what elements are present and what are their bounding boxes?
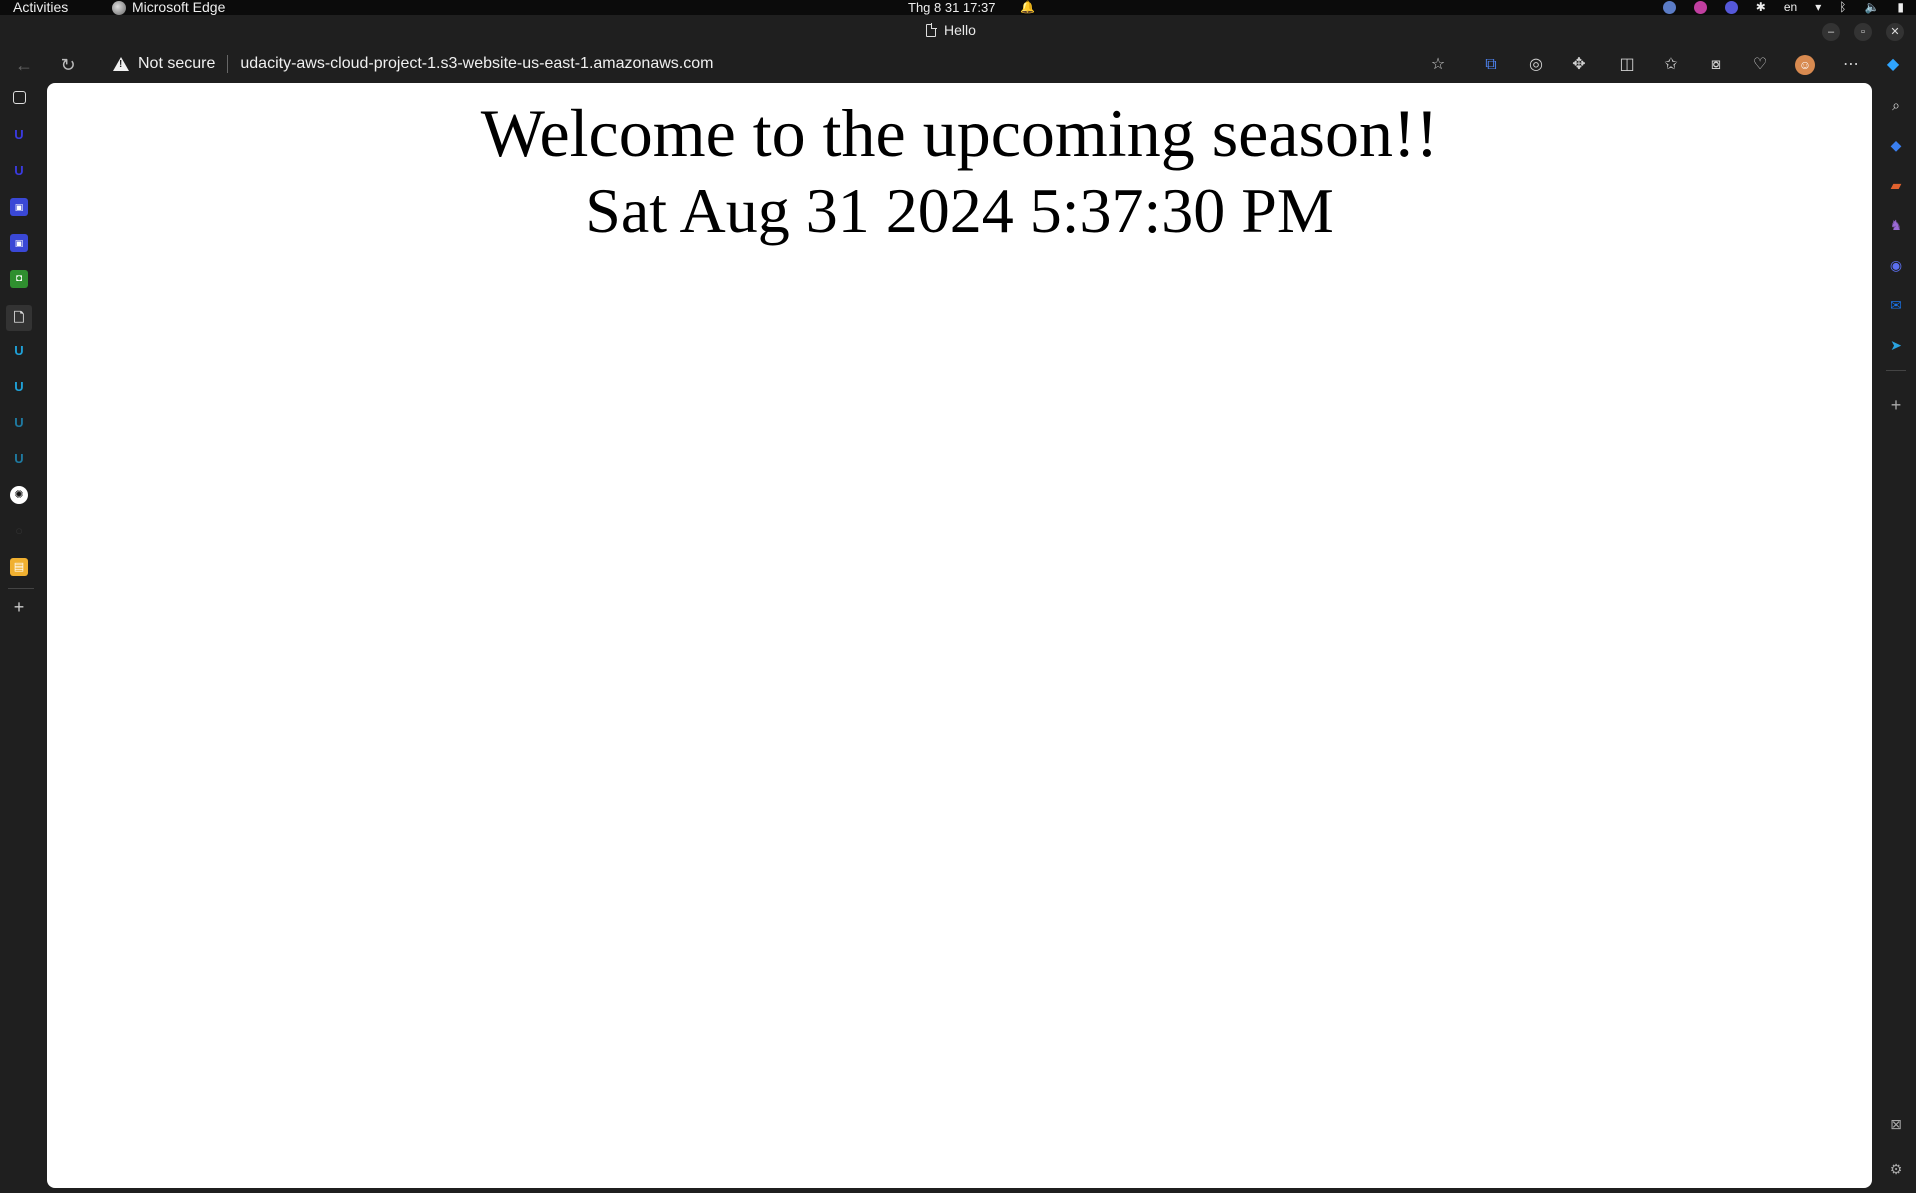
browser-essentials-icon[interactable]: ♡	[1750, 55, 1770, 75]
date-time-display: Sat Aug 31 2024 5:37:30 PM	[585, 175, 1334, 246]
tools-icon[interactable]: ▰	[1887, 176, 1905, 194]
vertical-tabs: U U ▣ ▣ ◘ 🗋 U U U U ✺ ○ ▤ +	[0, 83, 46, 1193]
wifi-icon[interactable]: ▾	[1815, 0, 1821, 15]
warning-icon	[113, 57, 129, 71]
security-indicator[interactable]: Not secure	[138, 55, 215, 73]
maximize-button[interactable]: ▫	[1854, 23, 1872, 41]
window-title-bar: Hello – ▫ ✕	[0, 15, 1916, 47]
divider	[227, 55, 229, 73]
tab-app-2[interactable]: ▣	[10, 234, 28, 252]
divider	[1886, 370, 1906, 371]
back-button[interactable]: ←	[12, 53, 36, 77]
translate-icon[interactable]: ⧉	[1481, 55, 1501, 75]
system-tray[interactable]: ✱ en ▾ ᛒ 🔈 ▮	[1662, 0, 1904, 15]
refresh-button[interactable]: ↻	[56, 53, 80, 77]
tray-app-icon[interactable]	[1693, 1, 1707, 14]
tracking-icon[interactable]: ◎	[1526, 55, 1546, 75]
collections-icon[interactable]: ⧇	[1706, 55, 1726, 75]
tray-app-icon[interactable]	[1662, 1, 1676, 14]
tab-udacity-4[interactable]: U	[10, 378, 28, 396]
tab-title: Hello	[944, 22, 976, 38]
battery-icon[interactable]: ▮	[1897, 0, 1904, 15]
microsoft365-icon[interactable]: ◉	[1887, 256, 1905, 274]
system-top-bar: Activities Microsoft Edge Thg 8 31 17:37…	[0, 0, 1916, 15]
hide-sidebar-icon[interactable]: ⊠	[1887, 1115, 1905, 1133]
tab-udacity-3[interactable]: U	[10, 342, 28, 360]
edge-icon	[112, 0, 126, 15]
tab-actions-icon[interactable]	[13, 91, 26, 104]
close-button[interactable]: ✕	[1886, 23, 1904, 41]
navigation-bar: ← ↻ Not secure udacity-aws-cloud-project…	[0, 47, 1916, 83]
clock[interactable]: Thg 8 31 17:37	[908, 0, 995, 15]
right-sidebar: ⌕ ◆ ▰ ♞ ◉ ✉ ➤ + ⊠ ⚙	[1876, 83, 1916, 1193]
tab-app-1[interactable]: ▣	[10, 198, 28, 216]
extensions-icon[interactable]: ✥	[1569, 55, 1589, 75]
tab-blank[interactable]: ○	[10, 522, 28, 540]
tab-udacity-2[interactable]: U	[10, 162, 28, 180]
telegram-icon[interactable]: ➤	[1887, 336, 1905, 354]
tab-openai[interactable]: ✺	[10, 486, 28, 504]
address-bar[interactable]: Not secure udacity-aws-cloud-project-1.s…	[100, 49, 1460, 79]
tab-udacity-5[interactable]: U	[10, 414, 28, 432]
bell-icon: 🔔	[1020, 0, 1035, 14]
page-heading: Welcome to the upcoming season!!	[480, 95, 1439, 171]
more-menu-icon[interactable]: ⋯	[1841, 55, 1861, 75]
favorites-icon[interactable]: ✩	[1661, 55, 1681, 75]
minimize-button[interactable]: –	[1822, 23, 1840, 41]
games-icon[interactable]: ♞	[1887, 216, 1905, 234]
shopping-icon[interactable]: ◆	[1887, 136, 1905, 154]
tab-aws[interactable]: ▤	[10, 558, 28, 576]
page-content: Welcome to the upcoming season!! Sat Aug…	[47, 83, 1872, 1188]
document-icon	[926, 22, 937, 37]
activities-button[interactable]: Activities	[13, 0, 68, 15]
add-tab-icon[interactable]: +	[10, 598, 28, 616]
tab-green-app[interactable]: ◘	[10, 270, 28, 288]
search-icon[interactable]: ⌕	[1887, 96, 1905, 114]
profile-avatar[interactable]: ☺	[1795, 55, 1815, 75]
divider	[8, 588, 34, 589]
volume-icon[interactable]: 🔈	[1864, 0, 1879, 15]
tab-udacity-1[interactable]: U	[10, 126, 28, 144]
outlook-icon[interactable]: ✉	[1887, 296, 1905, 314]
split-screen-icon[interactable]: ◫	[1617, 55, 1637, 75]
tab-udacity-6[interactable]: U	[10, 450, 28, 468]
settings-gear-icon[interactable]: ⚙	[1887, 1160, 1905, 1178]
bluetooth-icon[interactable]: ᛒ	[1839, 0, 1846, 15]
url-text[interactable]: udacity-aws-cloud-project-1.s3-website-u…	[240, 55, 713, 73]
app-name: Microsoft Edge	[132, 0, 226, 15]
copilot-icon[interactable]: ◆	[1883, 55, 1903, 75]
app-menu[interactable]: Microsoft Edge	[112, 0, 225, 15]
favorite-star-icon[interactable]: ☆	[1428, 55, 1448, 75]
slack-icon[interactable]: ✱	[1756, 0, 1766, 15]
teams-icon[interactable]	[1724, 1, 1738, 14]
add-sidebar-icon[interactable]: +	[1887, 396, 1905, 414]
tab-active-document[interactable]: 🗋	[6, 305, 32, 331]
language-indicator[interactable]: en	[1784, 0, 1797, 15]
window-title: Hello	[926, 22, 976, 38]
